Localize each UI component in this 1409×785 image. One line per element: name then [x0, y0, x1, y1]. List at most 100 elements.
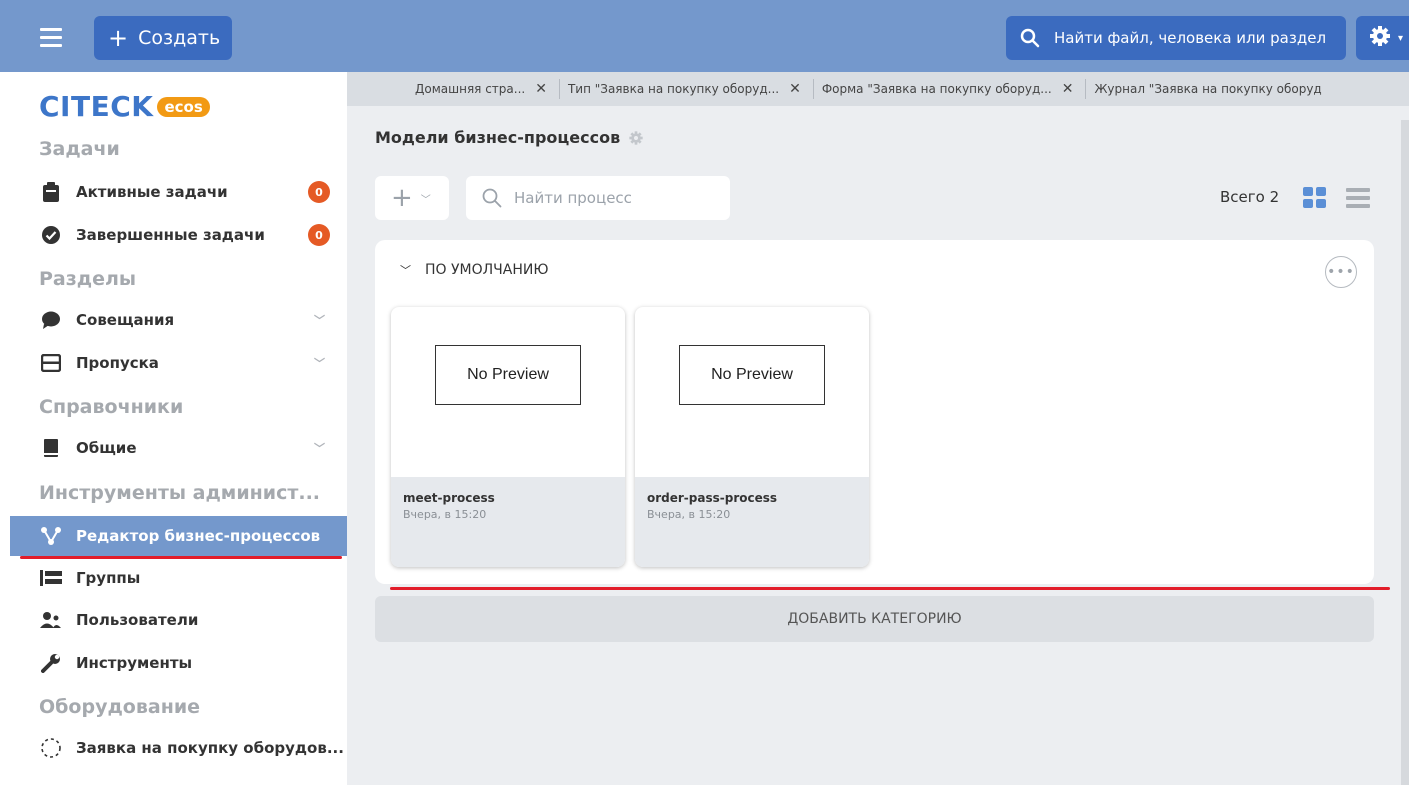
sidebar-item-label: Заявка на покупку оборудов...	[76, 739, 344, 757]
hamburger-icon	[40, 28, 62, 31]
sidebar-item-tools[interactable]: Инструменты	[0, 643, 347, 683]
sidebar-item-passes[interactable]: Пропуска ﹀	[0, 343, 347, 383]
wrench-icon	[39, 652, 63, 674]
hamburger-menu-button[interactable]	[26, 18, 74, 58]
close-icon[interactable]: ✕	[789, 81, 801, 97]
sidebar-item-label: Общие	[76, 439, 137, 457]
sidebar-item-label: Группы	[76, 569, 141, 587]
section-admin-tools: Инструменты админист...	[39, 482, 321, 504]
citeck-logo[interactable]: CITECK ecos	[39, 90, 210, 123]
users-icon	[39, 609, 63, 631]
list-view-button[interactable]	[1346, 186, 1370, 210]
groups-icon	[39, 567, 63, 589]
book-icon	[39, 437, 63, 459]
tab-label: Журнал "Заявка на покупку оборуд	[1094, 82, 1322, 96]
count-badge: 0	[308, 181, 330, 203]
sidebar-item-label: Совещания	[76, 311, 175, 329]
dashed-circle-icon	[39, 737, 63, 759]
chevron-down-icon: ﹀	[400, 264, 411, 277]
hamburger-icon-bar	[40, 36, 62, 39]
card-footer: meet-process Вчера, в 15:20	[391, 477, 625, 567]
total-count: Всего 2	[1220, 188, 1280, 206]
sidebar-item-meetings[interactable]: Совещания ﹀	[0, 300, 347, 340]
global-search-input[interactable]: Найти файл, человека или раздел	[1006, 16, 1346, 60]
tab-label: Форма "Заявка на покупку оборуд...	[821, 82, 1052, 96]
no-preview-box: No Preview	[435, 345, 581, 405]
chevron-down-icon: ﹀	[420, 194, 431, 206]
hamburger-icon-bar	[40, 44, 62, 47]
top-header: + Создать Найти файл, человека или разде…	[0, 0, 1409, 72]
highlight-underline	[390, 587, 1390, 590]
logo-badge: ecos	[157, 96, 210, 117]
create-button[interactable]: + Создать	[94, 16, 232, 60]
sidebar-item-completed-tasks[interactable]: Завершенные задачи 0	[0, 215, 347, 255]
tab-label: Домашняя стра...	[415, 82, 526, 96]
sidebar-item-label: Инструменты	[76, 654, 193, 672]
sidebar-item-users[interactable]: Пользователи	[0, 600, 347, 640]
clipboard-icon	[39, 181, 63, 203]
tab-home[interactable]: Домашняя стра... ✕	[415, 79, 560, 99]
process-editor-icon	[39, 525, 63, 547]
list-icon	[1346, 188, 1370, 208]
process-card[interactable]: No Preview meet-process Вчера, в 15:20	[391, 307, 625, 567]
tab-bar: Домашняя стра... ✕ Тип "Заявка на покупк…	[347, 72, 1409, 106]
card-date: Вчера, в 15:20	[403, 508, 487, 521]
sidebar-item-bpm-editor[interactable]: Редактор бизнес-процессов	[10, 516, 347, 556]
process-search-input[interactable]: Найти процесс	[466, 176, 730, 220]
global-search-placeholder: Найти файл, человека или раздел	[1054, 29, 1327, 47]
scrollbar[interactable]	[1401, 120, 1409, 785]
page-title: Модели бизнес-процессов	[375, 128, 644, 147]
card-name: meet-process	[403, 491, 495, 505]
grid-icon	[1303, 187, 1326, 208]
gear-icon[interactable]	[628, 130, 644, 146]
sidebar-item-label: Пользователи	[76, 611, 199, 629]
section-sections: Разделы	[39, 268, 137, 290]
plus-icon: +	[108, 24, 129, 52]
count-badge: 0	[308, 224, 330, 246]
sidebar-item-label: Завершенные задачи	[76, 226, 265, 244]
page-title-text: Модели бизнес-процессов	[375, 128, 621, 147]
section-directories: Справочники	[39, 396, 184, 418]
search-icon	[1020, 28, 1040, 48]
section-equipment: Оборудование	[39, 696, 201, 718]
process-search-placeholder: Найти процесс	[514, 189, 632, 207]
tab-form-request[interactable]: Форма "Заявка на покупку оборуд... ✕	[822, 79, 1087, 99]
process-card[interactable]: No Preview order-pass-process Вчера, в 1…	[635, 307, 869, 567]
chevron-down-icon: ﹀	[314, 357, 325, 370]
category-title: ПО УМОЛЧАНИЮ	[425, 262, 549, 278]
card-footer: order-pass-process Вчера, в 15:20	[635, 477, 869, 567]
chevron-down-icon: ▾	[1398, 32, 1404, 44]
tab-type-request[interactable]: Тип "Заявка на покупку оборуд... ✕	[568, 79, 814, 99]
sidebar-item-equipment-request[interactable]: Заявка на покупку оборудов...	[0, 728, 347, 768]
sidebar-item-general[interactable]: Общие ﹀	[0, 428, 347, 468]
sidebar-item-active-tasks[interactable]: Активные задачи 0	[0, 172, 347, 212]
card-date: Вчера, в 15:20	[647, 508, 731, 521]
create-button-label: Создать	[138, 27, 221, 49]
ellipsis-icon: •••	[1327, 264, 1355, 280]
sidebar-item-label: Редактор бизнес-процессов	[76, 527, 321, 545]
sidebar-item-label: Активные задачи	[76, 183, 228, 201]
add-category-button[interactable]: ДОБАВИТЬ КАТЕГОРИЮ	[375, 596, 1374, 642]
tab-journal-request[interactable]: Журнал "Заявка на покупку оборуд	[1094, 79, 1333, 99]
section-tasks: Задачи	[39, 138, 120, 160]
more-options-button[interactable]: •••	[1325, 256, 1357, 288]
chat-bubble-icon	[39, 309, 63, 331]
search-icon	[482, 188, 502, 208]
sidebar-item-groups[interactable]: Группы	[0, 558, 347, 598]
chevron-down-icon: ﹀	[314, 314, 325, 327]
check-circle-icon	[39, 224, 63, 246]
chevron-down-icon: ﹀	[314, 442, 325, 455]
card-name: order-pass-process	[647, 491, 778, 505]
grid-view-button[interactable]	[1303, 186, 1327, 210]
close-icon[interactable]: ✕	[1062, 81, 1074, 97]
no-preview-box: No Preview	[679, 345, 825, 405]
logo-word: CITECK	[39, 90, 154, 123]
tab-label: Тип "Заявка на покупку оборуд...	[567, 82, 780, 96]
settings-button[interactable]: ▾	[1356, 16, 1409, 60]
pass-card-icon	[39, 352, 63, 374]
plus-icon: +	[391, 183, 413, 213]
sidebar-item-label: Пропуска	[76, 354, 159, 372]
category-header[interactable]: ﹀ ПО УМОЛЧАНИЮ	[400, 262, 548, 278]
add-process-dropdown[interactable]: + ﹀	[375, 176, 449, 220]
close-icon[interactable]: ✕	[535, 81, 547, 97]
